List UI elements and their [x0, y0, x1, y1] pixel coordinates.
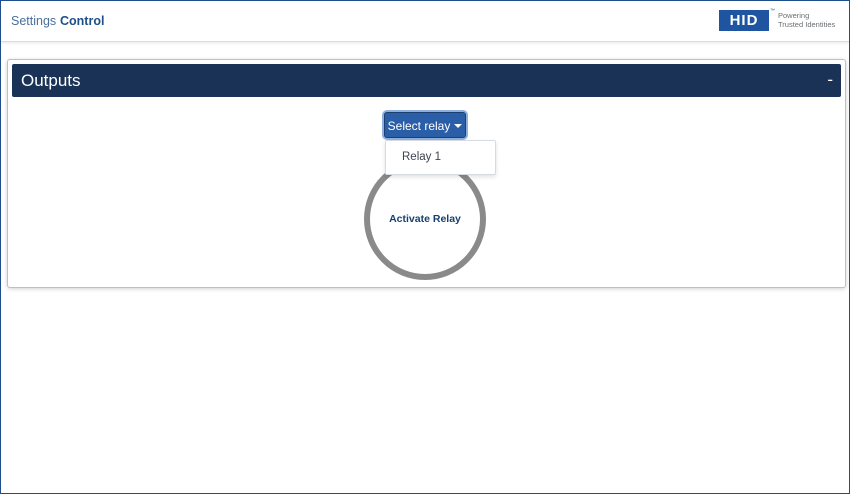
outputs-panel: Outputs - Select relay Activate Relay Re… — [7, 59, 846, 288]
logo-tagline-line2: Trusted Identities — [778, 19, 836, 29]
hid-logo: HID ™ Powering Trusted Identities — [719, 8, 845, 32]
activate-relay-label: Activate Relay — [389, 213, 461, 225]
select-relay-dropdown[interactable]: Select relay — [384, 112, 466, 138]
activate-relay-button[interactable]: Activate Relay — [364, 158, 486, 280]
relay-dropdown-menu: Relay 1 — [385, 140, 496, 175]
nav-control-link[interactable]: Control — [60, 13, 104, 29]
select-relay-label: Select relay — [387, 119, 451, 133]
panel-title: Outputs — [21, 71, 81, 90]
dropdown-item-relay-1[interactable]: Relay 1 — [386, 141, 495, 174]
logo-tagline: Powering Trusted Identities — [778, 11, 836, 29]
top-navbar: Settings Control HID ™ Powering Trusted … — [1, 1, 849, 42]
app-window: Settings Control HID ™ Powering Trusted … — [0, 0, 850, 494]
nav-settings-link[interactable]: Settings — [11, 13, 56, 29]
logo-mark: HID — [719, 10, 769, 31]
panel-header: Outputs - — [12, 64, 841, 97]
caret-down-icon — [454, 124, 463, 128]
logo-trademark: ™ — [770, 8, 775, 14]
collapse-button[interactable]: - — [827, 71, 833, 89]
